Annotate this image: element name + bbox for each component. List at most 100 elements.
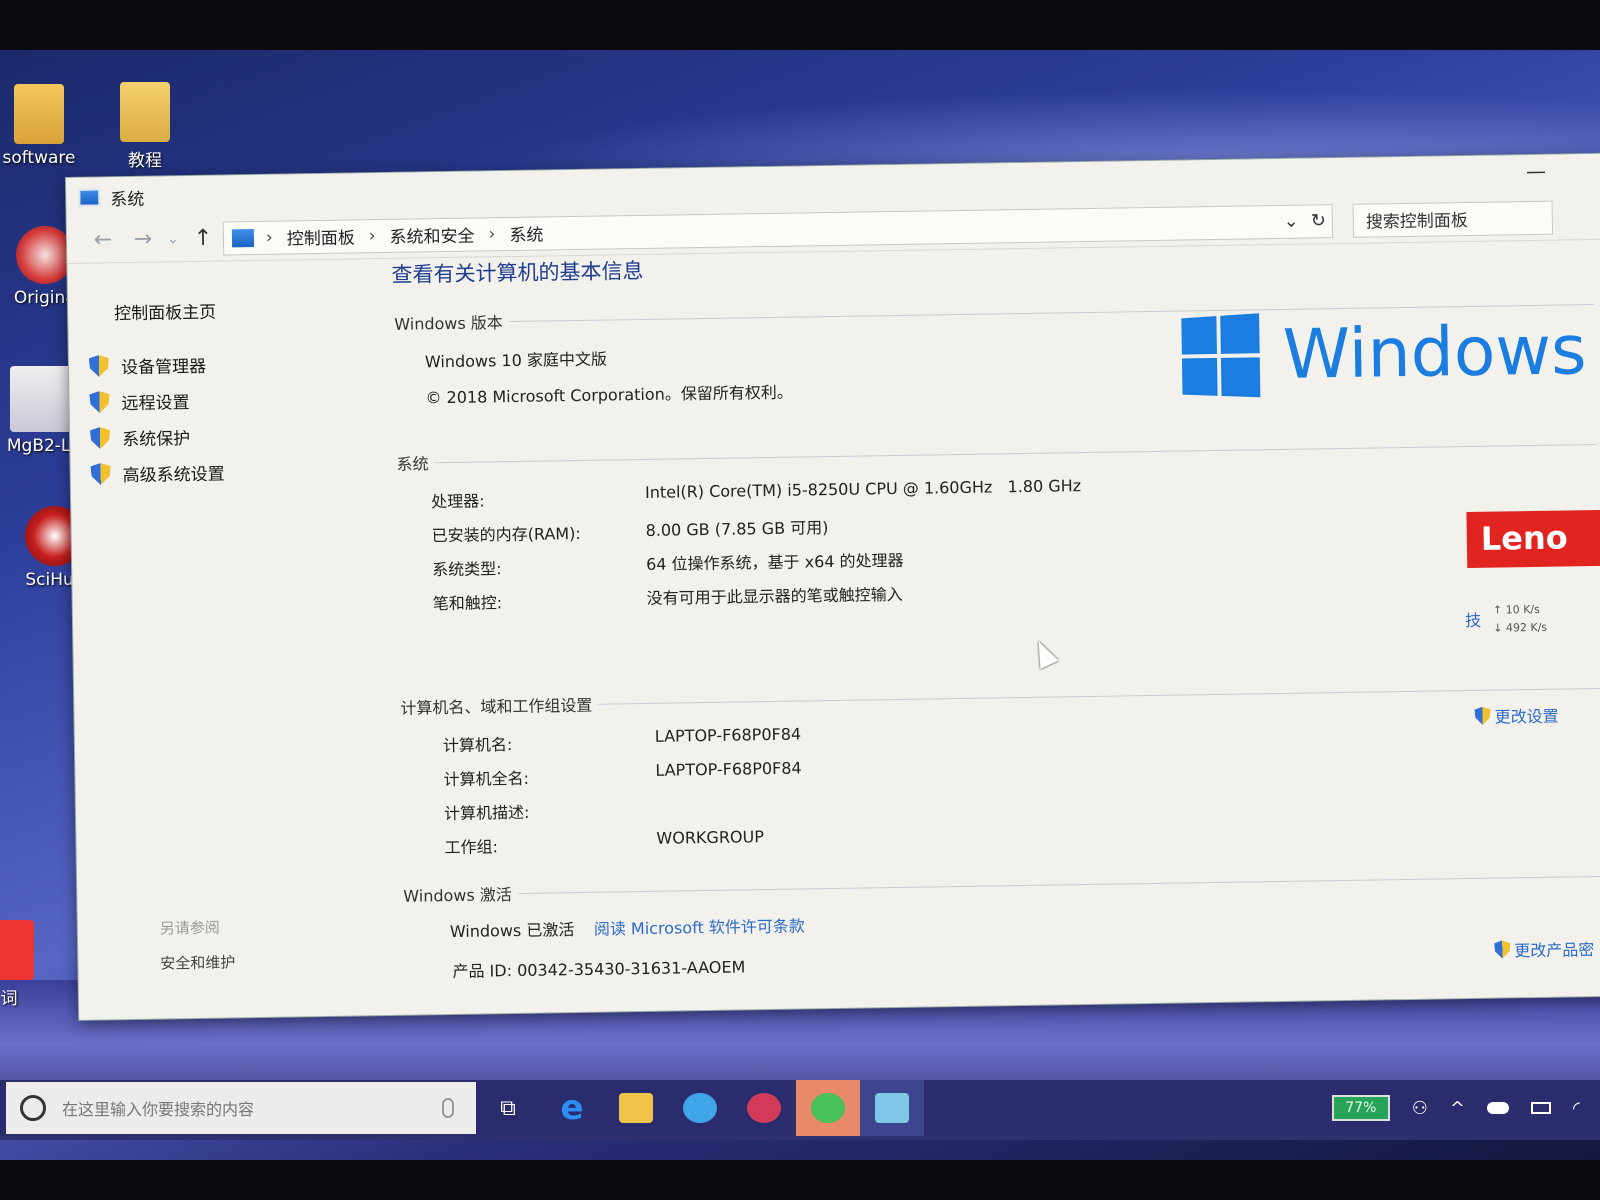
system-tray: 77% ⚇ ^ ◜: [1331, 1095, 1600, 1121]
desktop-icon-tutorial[interactable]: 教程: [100, 82, 190, 171]
system-type-value: 64 位操作系统，基于 x64 的处理器: [645, 550, 904, 574]
task-view-icon: ⧉: [500, 1095, 516, 1121]
chevron-up-icon[interactable]: ^: [1450, 1098, 1465, 1119]
pen-touch-label: 笔和触控:: [432, 593, 503, 614]
download-speed: ↓ 492 K/s: [1493, 620, 1548, 635]
taskbar-scihub[interactable]: [732, 1080, 796, 1136]
task-view-button[interactable]: ⧉: [476, 1080, 540, 1136]
forward-arrow-icon[interactable]: →: [123, 226, 163, 252]
windows-logo: Windows: [1178, 310, 1587, 398]
processor-label: 处理器:: [430, 491, 485, 512]
system-type-label: 系统类型:: [432, 559, 502, 580]
taskbar-edge[interactable]: e: [540, 1080, 604, 1136]
recent-dropdown-icon[interactable]: ⌄: [163, 231, 183, 247]
edge-icon: e: [560, 1088, 584, 1128]
dictionary-app-icon: [0, 920, 34, 980]
change-product-key-link[interactable]: 更改产品密: [1494, 936, 1594, 962]
folder-icon: [619, 1093, 653, 1123]
chevron-right-icon[interactable]: ›: [266, 227, 273, 247]
folder-icon: [120, 82, 170, 142]
sidebar-item-system-protection[interactable]: 系统保护: [90, 424, 190, 451]
license-terms-link[interactable]: 阅读 Microsoft 软件许可条款: [594, 912, 805, 939]
pen-touch-value: 没有可用于此显示器的笔或触控输入: [646, 584, 903, 608]
up-arrow-icon[interactable]: ↑: [183, 226, 223, 252]
wifi-icon[interactable]: ◜: [1573, 1098, 1580, 1119]
processor-value: Intel(R) Core(TM) i5-8250U CPU @ 1.60GHz…: [644, 476, 1082, 502]
computer-name-label: 计算机名:: [442, 735, 513, 756]
battery-icon[interactable]: [1531, 1102, 1552, 1114]
taskbar-wechat[interactable]: [796, 1080, 860, 1136]
folder-icon: [14, 84, 64, 144]
network-speed-widget: 技 ↑ 10 K/s ↓ 492 K/s: [1465, 601, 1548, 638]
page-title: 查看有关计算机的基本信息: [391, 258, 644, 287]
desktop-icon-label: software: [2, 148, 76, 168]
breadcrumb-system-security[interactable]: 系统和安全: [389, 222, 474, 248]
window-title: 系统: [110, 189, 145, 210]
desktop-icon-dict[interactable]: 词: [0, 920, 54, 1009]
document-thumbnail-icon: [10, 366, 72, 432]
ram-label: 已安装的内存(RAM):: [431, 523, 581, 546]
desktop-icon-label: 教程: [128, 151, 162, 171]
shield-icon: [89, 355, 109, 377]
section-system: 系统: [396, 432, 1597, 475]
taskbar-clock-app[interactable]: [668, 1080, 732, 1136]
change-settings-label: 更改设置: [1494, 706, 1559, 727]
taskbar: 在这里输入你要搜索的内容 ⧉ e 77% ⚇ ^ ◜: [0, 1080, 1600, 1136]
activation-status: Windows 已激活: [449, 920, 575, 942]
sidebar-item-remote-settings[interactable]: 远程设置: [89, 388, 190, 415]
origin-app-icon: [16, 226, 74, 284]
desktop-icon-label: 词: [0, 989, 18, 1009]
computer-description-label: 计算机描述:: [443, 802, 530, 824]
shield-icon: [1474, 707, 1490, 725]
shield-icon: [1494, 940, 1510, 958]
taskbar-search-input[interactable]: 在这里输入你要搜索的内容: [6, 1082, 476, 1134]
sidebar-item-device-manager[interactable]: 设备管理器: [89, 352, 206, 379]
section-activation: Windows 激活: [403, 864, 1600, 907]
back-arrow-icon[interactable]: ←: [83, 227, 123, 253]
taskbar-explorer[interactable]: [604, 1080, 668, 1136]
people-icon[interactable]: ⚇: [1412, 1098, 1428, 1119]
ram-value: 8.00 GB (7.85 GB 可用): [645, 518, 829, 540]
security-maintenance-link[interactable]: 安全和维护: [160, 951, 235, 973]
battery-indicator[interactable]: 77%: [1331, 1095, 1390, 1121]
chevron-right-icon[interactable]: ›: [488, 224, 495, 244]
upload-speed: ↑ 10 K/s: [1492, 602, 1540, 617]
computer-icon: [231, 228, 255, 247]
change-settings-link[interactable]: 更改设置: [1474, 703, 1559, 728]
computer-icon: [78, 188, 101, 207]
sidebar-item-label: 高级系统设置: [122, 464, 225, 487]
copyright-text: © 2018 Microsoft Corporation。保留所有权利。: [425, 382, 793, 408]
minimize-button[interactable]: —: [1526, 159, 1546, 183]
main-content: 查看有关计算机的基本信息 Windows 版本 Windows 10 家庭中文版…: [387, 240, 1600, 1009]
cloud-icon[interactable]: [1487, 1102, 1510, 1114]
system-window: 系统 — ← → ⌄ ↑ › 控制面板 › 系统和安全 › 系统 ⌄ ↻ 搜索控…: [66, 153, 1600, 1020]
full-computer-name-value: LAPTOP-F68P0F84: [655, 758, 802, 780]
section-heading: 系统: [396, 454, 429, 474]
breadcrumb-system[interactable]: 系统: [509, 221, 543, 247]
sidebar-item-advanced-settings[interactable]: 高级系统设置: [90, 460, 225, 487]
netspeed-side-label: 技: [1464, 610, 1482, 631]
shield-icon: [90, 427, 110, 449]
chevron-down-icon[interactable]: ⌄: [1283, 211, 1298, 232]
desktop-icon-software[interactable]: software: [0, 84, 84, 168]
breadcrumb-control-panel[interactable]: 控制面板: [287, 223, 355, 249]
see-also-heading: 另请参阅: [159, 918, 220, 938]
microphone-icon[interactable]: [442, 1098, 454, 1118]
edition-name: Windows 10 家庭中文版: [424, 349, 608, 372]
section-heading: 计算机名、域和工作组设置: [400, 695, 593, 718]
sidebar-item-label: 设备管理器: [120, 356, 207, 379]
scihub-app-icon: [747, 1093, 781, 1123]
clock-icon: [683, 1093, 717, 1123]
search-input[interactable]: 搜索控制面板: [1352, 200, 1554, 238]
sidebar-item-label: 系统保护: [121, 429, 191, 451]
refresh-icon[interactable]: ↻: [1311, 210, 1326, 231]
sidebar-item-label: 远程设置: [121, 393, 190, 415]
chevron-right-icon[interactable]: ›: [369, 226, 376, 246]
computer-name-value: LAPTOP-F68P0F84: [654, 724, 802, 746]
lenovo-logo: Leno: [1466, 509, 1600, 569]
workgroup-label: 工作组:: [444, 837, 499, 858]
control-panel-home-link[interactable]: 控制面板主页: [114, 298, 216, 325]
control-panel-icon: [875, 1093, 909, 1123]
taskbar-search-placeholder: 在这里输入你要搜索的内容: [62, 1100, 255, 1119]
taskbar-control-panel[interactable]: [860, 1080, 924, 1136]
